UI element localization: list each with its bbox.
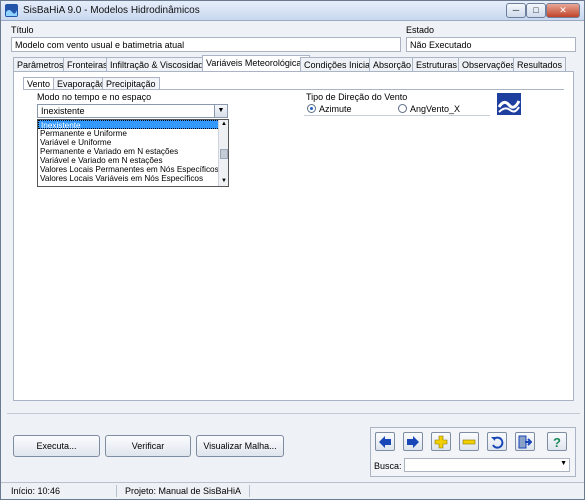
busca-label: Busca: bbox=[374, 461, 402, 471]
tab-resultados[interactable]: Resultados bbox=[513, 57, 567, 72]
titulo-field[interactable]: Modelo com vento usual e batimetria atua… bbox=[11, 37, 401, 52]
estado-field: Não Executado bbox=[406, 37, 576, 52]
visualizar-malha-button[interactable]: Visualizar Malha... bbox=[196, 435, 284, 457]
tab-absorcao[interactable]: Absorção bbox=[369, 57, 416, 72]
scroll-up-icon[interactable]: ▲ bbox=[219, 120, 228, 129]
window-title: SisBaHiA 9.0 - Modelos Hidrodinâmicos bbox=[23, 5, 200, 16]
plus-icon[interactable] bbox=[431, 432, 451, 451]
status-divider bbox=[116, 485, 117, 497]
close-button[interactable]: ✕ bbox=[546, 3, 580, 18]
status-divider bbox=[249, 485, 250, 497]
wind-logo-icon bbox=[497, 93, 521, 115]
maximize-button[interactable]: □ bbox=[526, 3, 546, 18]
tab-observacoes[interactable]: Observações bbox=[458, 57, 520, 72]
scrollbar-thumb[interactable] bbox=[220, 149, 228, 159]
arrow-right-icon[interactable] bbox=[403, 432, 423, 451]
svg-text:?: ? bbox=[553, 435, 561, 449]
radio-azimute-label: Azimute bbox=[319, 104, 352, 114]
exit-icon[interactable] bbox=[515, 432, 535, 451]
bottom-separator bbox=[7, 413, 580, 414]
minimize-button[interactable]: ─ bbox=[506, 3, 526, 18]
help-icon[interactable]: ? bbox=[547, 432, 567, 451]
arrow-left-icon[interactable] bbox=[375, 432, 395, 451]
modo-label: Modo no tempo e no espaço bbox=[37, 92, 152, 102]
title-bar[interactable]: SisBaHiA 9.0 - Modelos Hidrodinâmicos ─ … bbox=[1, 1, 584, 21]
status-inicio: Início: 10:46 bbox=[11, 486, 61, 496]
dropdown-option[interactable]: Permanente e Variado em N estações bbox=[38, 147, 228, 156]
main-window: SisBaHiA 9.0 - Modelos Hidrodinâmicos ─ … bbox=[0, 0, 585, 500]
dropdown-scrollbar[interactable]: ▲ ▼ bbox=[218, 120, 228, 186]
titulo-label: Título bbox=[11, 25, 34, 35]
dropdown-option[interactable]: Valores Locais Permanentes em Nós Especí… bbox=[38, 165, 228, 174]
tab-parametros[interactable]: Parâmetros bbox=[13, 57, 68, 72]
modo-select[interactable]: Inexistente ▼ bbox=[37, 104, 228, 118]
scroll-down-icon[interactable]: ▼ bbox=[219, 177, 228, 186]
radio-azimute[interactable] bbox=[307, 104, 316, 113]
tab-infiltracao[interactable]: Infiltração & Viscosidade bbox=[106, 57, 213, 72]
verificar-button[interactable]: Verificar bbox=[105, 435, 191, 457]
busca-select[interactable]: ▼ bbox=[404, 458, 570, 472]
navigation-panel: ? Busca: ▼ bbox=[370, 427, 576, 477]
radio-angvento-label: AngVento_X bbox=[410, 104, 461, 114]
tab-fronteiras[interactable]: Fronteiras bbox=[63, 57, 112, 72]
dropdown-option[interactable]: Variável e Variado em N estações bbox=[38, 156, 228, 165]
modo-dropdown-list: Inexistente Permanente e Uniforme Variáv… bbox=[37, 119, 229, 187]
dropdown-option[interactable]: Permanente e Uniforme bbox=[38, 129, 228, 138]
status-projeto: Projeto: Manual de SisBaHiA bbox=[125, 486, 242, 496]
dropdown-option[interactable]: Variável e Uniforme bbox=[38, 138, 228, 147]
undo-icon[interactable] bbox=[487, 432, 507, 451]
chevron-down-icon[interactable]: ▼ bbox=[214, 105, 227, 117]
executa-button[interactable]: Executa... bbox=[13, 435, 100, 457]
dropdown-option[interactable]: Inexistente bbox=[38, 120, 228, 130]
app-icon bbox=[5, 4, 18, 17]
status-bar: Início: 10:46 Projeto: Manual de SisBaHi… bbox=[1, 482, 584, 499]
minus-icon[interactable] bbox=[459, 432, 479, 451]
radio-angvento[interactable] bbox=[398, 104, 407, 113]
chevron-down-icon[interactable]: ▼ bbox=[560, 460, 567, 467]
tab-estruturas[interactable]: Estruturas bbox=[412, 57, 462, 72]
dropdown-option[interactable]: Valores Locais Variáveis em Nós Específi… bbox=[38, 174, 228, 183]
estado-label: Estado bbox=[406, 25, 435, 35]
modo-select-value: Inexistente bbox=[41, 106, 85, 116]
